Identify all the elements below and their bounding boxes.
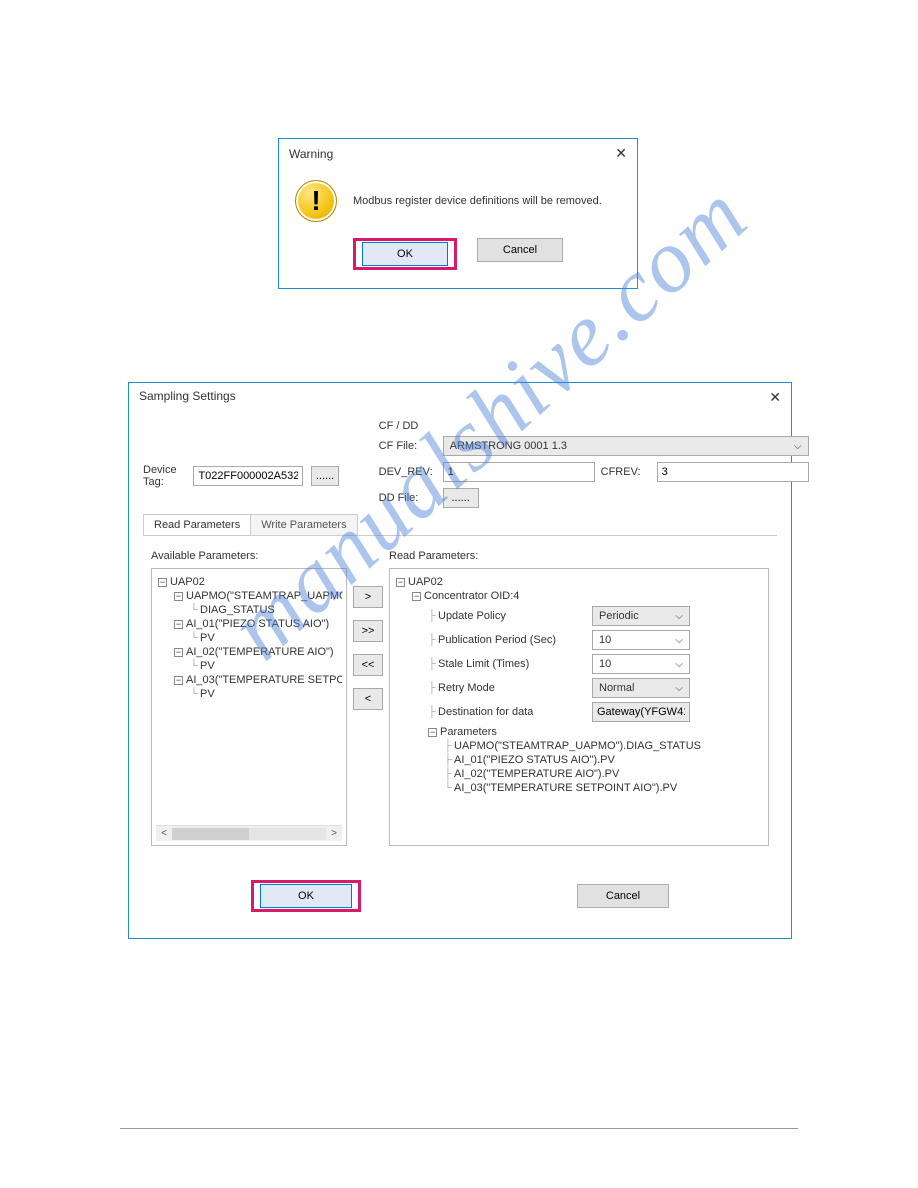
cancel-button[interactable]: Cancel: [477, 238, 563, 262]
tree-root[interactable]: UAP02: [170, 576, 205, 588]
highlight-ok: OK: [251, 880, 361, 912]
available-parameters-tree[interactable]: −UAP02 −UAPMO("STEAMTRAP_UAPMO") └DIAG_S…: [151, 568, 347, 846]
parameters-node[interactable]: Parameters: [440, 726, 497, 738]
stale-limit-label: Stale Limit (Times): [438, 658, 592, 670]
warning-dialog: Warning ✕ ! Modbus register device defin…: [278, 138, 638, 289]
device-tag-label: Device Tag:: [143, 464, 185, 488]
collapse-icon[interactable]: −: [174, 648, 183, 657]
collapse-icon[interactable]: −: [428, 728, 437, 737]
tree-leaf-pv[interactable]: PV: [200, 688, 215, 700]
close-icon[interactable]: ✕: [769, 389, 781, 406]
device-tag-browse-button[interactable]: ......: [311, 466, 338, 486]
device-tag-input[interactable]: [193, 466, 303, 486]
tree-node-concentrator[interactable]: Concentrator OID:4: [424, 590, 519, 602]
collapse-icon[interactable]: −: [412, 592, 421, 601]
destination-field: [592, 702, 690, 722]
collapse-icon[interactable]: −: [174, 592, 183, 601]
read-parameters-label: Read Parameters:: [389, 550, 769, 562]
tree-leaf-pv[interactable]: PV: [200, 660, 215, 672]
dev-rev-input[interactable]: [443, 462, 595, 482]
sampling-titlebar: Sampling Settings ✕: [129, 383, 791, 412]
tree-node-ai01[interactable]: AI_01("PIEZO STATUS AIO"): [186, 618, 329, 630]
cf-file-select[interactable]: ARMSTRONG 0001 1.3: [443, 436, 809, 456]
cf-file-label: CF File:: [379, 440, 437, 452]
tree-node-uapmo[interactable]: UAPMO("STEAMTRAP_UAPMO"): [186, 590, 342, 602]
update-policy-select[interactable]: Periodic: [592, 606, 690, 626]
update-policy-label: Update Policy: [438, 610, 592, 622]
sampling-dialog: Sampling Settings ✕ Device Tag: ...... C…: [128, 382, 792, 939]
tree-node-ai03[interactable]: AI_03("TEMPERATURE SETPOINT AIO: [186, 674, 342, 686]
publication-period-label: Publication Period (Sec): [438, 634, 592, 646]
retry-mode-select[interactable]: Normal: [592, 678, 690, 698]
destination-label: Destination for data: [438, 706, 592, 718]
page-divider: [120, 1128, 798, 1129]
read-parameters-tree[interactable]: −UAP02 −Concentrator OID:4 ├Update Polic…: [389, 568, 769, 846]
collapse-icon[interactable]: −: [396, 578, 405, 587]
move-all-left-button[interactable]: <<: [353, 654, 383, 676]
warning-title: Warning: [289, 147, 333, 161]
cfrev-input[interactable]: [657, 462, 809, 482]
tabs: Read Parameters Write Parameters: [143, 514, 777, 536]
tab-read-parameters[interactable]: Read Parameters: [143, 514, 251, 535]
tree-node-ai02[interactable]: AI_02("TEMPERATURE AIO"): [186, 646, 334, 658]
available-parameters-label: Available Parameters:: [151, 550, 347, 562]
dd-file-label: DD File:: [379, 492, 437, 504]
cfdd-group-label: CF / DD: [379, 420, 809, 432]
stale-limit-input[interactable]: 10: [592, 654, 690, 674]
scroll-right-icon[interactable]: >: [326, 828, 342, 839]
collapse-icon[interactable]: −: [174, 676, 183, 685]
ok-button[interactable]: OK: [362, 242, 448, 266]
move-left-button[interactable]: <: [353, 688, 383, 710]
parameter-item[interactable]: UAPMO("STEAMTRAP_UAPMO").DIAG_STATUS: [454, 740, 701, 752]
tab-write-parameters[interactable]: Write Parameters: [250, 514, 357, 535]
cancel-button[interactable]: Cancel: [577, 884, 669, 908]
parameter-item[interactable]: AI_03("TEMPERATURE SETPOINT AIO").PV: [454, 782, 677, 794]
dev-rev-label: DEV_REV:: [379, 466, 437, 478]
tree-leaf-diag-status[interactable]: DIAG_STATUS: [200, 604, 275, 616]
sampling-title: Sampling Settings: [139, 389, 236, 406]
publication-period-input[interactable]: 10: [592, 630, 690, 650]
warning-message: Modbus register device definitions will …: [353, 195, 602, 207]
warning-titlebar: Warning ✕: [279, 139, 637, 168]
retry-mode-label: Retry Mode: [438, 682, 592, 694]
warning-icon: !: [295, 180, 337, 222]
move-all-right-button[interactable]: >>: [353, 620, 383, 642]
highlight-ok: OK: [353, 238, 457, 270]
tree-leaf-pv[interactable]: PV: [200, 632, 215, 644]
dd-file-browse-button[interactable]: ......: [443, 488, 479, 508]
tree-root[interactable]: UAP02: [408, 576, 443, 588]
horizontal-scrollbar[interactable]: < >: [156, 825, 342, 841]
parameter-item[interactable]: AI_01("PIEZO STATUS AIO").PV: [454, 754, 615, 766]
move-right-button[interactable]: >: [353, 586, 383, 608]
close-icon[interactable]: ✕: [615, 145, 627, 162]
collapse-icon[interactable]: −: [158, 578, 167, 587]
scroll-left-icon[interactable]: <: [156, 828, 172, 839]
collapse-icon[interactable]: −: [174, 620, 183, 629]
ok-button[interactable]: OK: [260, 884, 352, 908]
cfrev-label: CFREV:: [601, 466, 651, 478]
parameter-item[interactable]: AI_02("TEMPERATURE AIO").PV: [454, 768, 619, 780]
